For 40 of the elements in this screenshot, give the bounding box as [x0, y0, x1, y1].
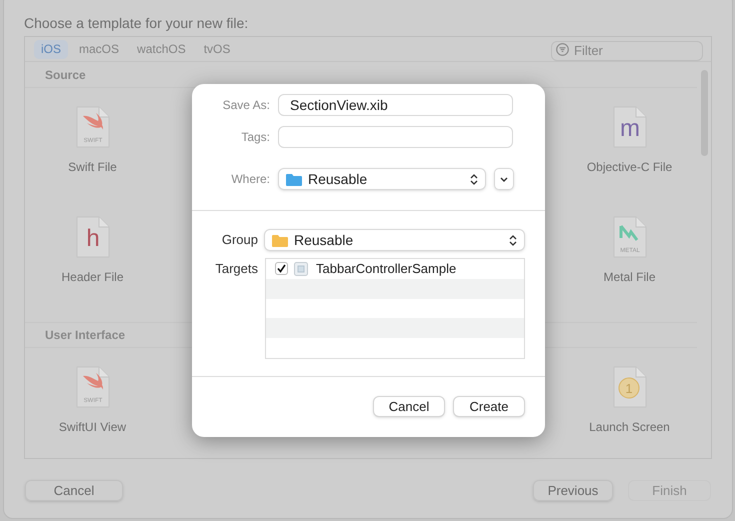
where-label: Where: — [230, 171, 270, 188]
save-as-label: Save As: — [222, 97, 270, 114]
folder-icon — [272, 234, 288, 246]
dialog-button[interactable]: Cancel — [373, 396, 445, 417]
group-popup[interactable]: Reusable — [264, 229, 525, 251]
platform-tab[interactable]: tvOS — [196, 40, 238, 58]
footer-button[interactable]: Previous — [533, 480, 613, 501]
platform-tab[interactable]: watchOS — [130, 40, 193, 58]
letter-document-icon: h — [76, 216, 110, 258]
up-down-chevron-icon — [470, 174, 478, 184]
footer-button[interactable]: Cancel — [25, 480, 123, 501]
target-app-icon — [294, 262, 308, 276]
expand-button[interactable] — [494, 168, 514, 190]
template-item-label[interactable]: Metal File — [603, 268, 656, 286]
template-item-label[interactable]: Launch Screen — [589, 418, 670, 436]
filter-field[interactable]: Filter — [551, 40, 703, 60]
template-item-label[interactable]: Header File — [61, 268, 124, 286]
chevron-down-icon — [500, 176, 508, 182]
tags-label: Tags: — [240, 129, 270, 146]
target-name: TabbarControllerSample — [316, 260, 456, 278]
group-label: Group — [220, 231, 258, 250]
template-item-label[interactable]: SwiftUI View — [58, 418, 126, 436]
where-popup[interactable]: Reusable — [278, 168, 486, 190]
letter-document-icon: m — [612, 106, 646, 148]
platform-tab[interactable]: iOS — [34, 40, 68, 58]
folder-icon — [286, 172, 302, 186]
dialog-button[interactable]: Create — [453, 396, 525, 417]
filter-icon — [556, 43, 569, 56]
checkbox[interactable] — [275, 262, 288, 276]
tags-field[interactable] — [278, 126, 513, 148]
template-item-label[interactable]: Objective-C File — [586, 158, 672, 176]
platform-tab[interactable]: macOS — [72, 40, 126, 58]
section-header: Source — [45, 66, 86, 84]
section-header: User Interface — [45, 327, 126, 344]
save-as-field[interactable]: SectionView.xib — [278, 94, 513, 116]
window-title: Choose a template for your new file: — [24, 15, 248, 31]
up-down-chevron-icon — [509, 234, 517, 246]
targets-label: Targets — [214, 260, 258, 278]
badge-document-icon: 1 — [612, 366, 646, 408]
template-item-label[interactable]: Swift File — [68, 158, 117, 176]
